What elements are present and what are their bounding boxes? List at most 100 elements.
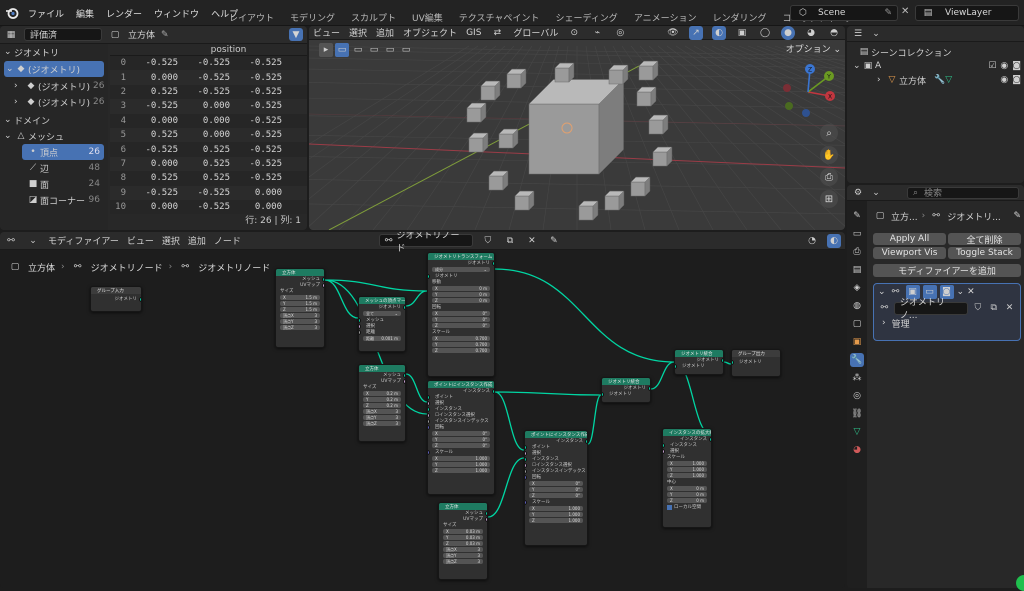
- apply-all-button[interactable]: Apply All: [873, 233, 946, 245]
- shading-material-icon[interactable]: ◕: [804, 26, 818, 40]
- node-instance-on-points-2[interactable]: ポイントにインスタンス作成 インスタンス ポイント 選択 インスタンス ☐ イン…: [524, 430, 588, 546]
- tab-layout[interactable]: レイアウト: [222, 8, 281, 26]
- delete-scene-icon[interactable]: ✕: [901, 6, 913, 20]
- xray-icon[interactable]: ▣: [735, 26, 749, 40]
- particles-tab-icon[interactable]: ⁂: [850, 371, 864, 385]
- toggle-stack-button[interactable]: Toggle Stack: [948, 247, 1021, 259]
- select-intersect-icon[interactable]: ▭: [399, 43, 413, 57]
- pan-hand-icon[interactable]: ✋: [820, 146, 838, 164]
- camera-render-icon[interactable]: ◙: [1012, 75, 1021, 85]
- data-tab-icon[interactable]: ▽: [850, 425, 864, 439]
- node-menu-node[interactable]: ノード: [214, 234, 241, 247]
- pin-icon[interactable]: ✎: [161, 30, 169, 40]
- viewport-3d[interactable]: ビュー 選択 追加 オブジェクト GIS ⇄ グローバル ⊙ ⌁ ◎ 👁 ↗ ◐…: [309, 26, 845, 230]
- tree-geometry-selected[interactable]: ⌄ ◆ (ジオメトリ): [4, 61, 104, 77]
- viewport-menu-object[interactable]: オブジェクト: [403, 26, 457, 39]
- pin-icon[interactable]: ✎: [1013, 211, 1021, 221]
- constraints-tab-icon[interactable]: ⛓: [850, 407, 864, 421]
- node-cube-2[interactable]: 立方体 メッシュ UVマップ サイズ X 0.2 m Y 0.2 m Z 0.2 m …: [358, 364, 406, 442]
- tab-modeling[interactable]: モデリング: [283, 8, 342, 26]
- mesh-data-icon[interactable]: ▽: [945, 75, 952, 85]
- object-tab-icon[interactable]: ▣: [850, 335, 864, 349]
- tree-domain-header[interactable]: ⌄ ドメイン: [0, 112, 108, 128]
- node-transform-geometry[interactable]: ジオメトリトランスフォーム ジオメトリ 成分 ⌄ ジオメトリ 移動 X0 m Y0…: [427, 252, 495, 377]
- modifier-tab-icon[interactable]: 🔧: [850, 353, 864, 367]
- modifier-mode-select[interactable]: モディファイアー: [48, 234, 119, 247]
- output-tab-icon[interactable]: ⎙: [850, 245, 864, 259]
- shading-render-icon[interactable]: ◓: [827, 26, 841, 40]
- select-subtract-icon[interactable]: ▭: [367, 43, 381, 57]
- options-dropdown[interactable]: オプション ⌄: [786, 42, 841, 55]
- node-menu-add[interactable]: 追加: [188, 234, 206, 247]
- render-tab-icon[interactable]: ▭: [850, 227, 864, 241]
- viewport-vis-button[interactable]: Viewport Vis: [873, 247, 946, 259]
- add-modifier-button[interactable]: モディファイアーを追加: [873, 264, 1021, 277]
- viewport-menu-view[interactable]: ビュー: [313, 26, 340, 39]
- tree-geometry-header[interactable]: ⌄ ジオメトリ: [0, 44, 108, 60]
- navigation-gizmo[interactable]: X Y Z: [773, 62, 843, 122]
- display-mode-icon[interactable]: ⌄: [869, 27, 883, 41]
- shading-wire-icon[interactable]: ◯: [758, 26, 772, 40]
- pin-icon[interactable]: ✎: [547, 234, 561, 248]
- pin-icon[interactable]: ✎: [884, 8, 892, 18]
- node-scale-instances[interactable]: インスタンスの拡大縮小 インスタンス インスタンス 選択 スケール X1.000…: [662, 428, 712, 528]
- properties-search[interactable]: ⌕ 検索: [907, 186, 1019, 199]
- collapse-icon[interactable]: ⌄: [878, 287, 886, 297]
- proportional-icon[interactable]: ◎: [613, 26, 627, 40]
- overlay-icon[interactable]: ◐: [712, 26, 726, 40]
- tab-texture-paint[interactable]: テクスチャペイント: [452, 8, 547, 26]
- visibility-icon[interactable]: 👁: [666, 26, 680, 40]
- node-cube-3[interactable]: 立方体 メッシュ UVマップ サイズ X 0.03 m Y 0.03 m Z 0.03…: [438, 502, 488, 580]
- properties-type-icon[interactable]: ⚙: [851, 186, 865, 200]
- outliner-type-icon[interactable]: ☰: [851, 27, 865, 41]
- node-merge-by-distance[interactable]: メッシュの頂点マージ ジオメトリ 全て ⌄ メッシュ 選択 距離 距離 0.001 …: [358, 296, 406, 352]
- modifier-wrench-icon[interactable]: 🔧: [934, 75, 945, 85]
- tab-rendering[interactable]: レンダリング: [705, 8, 773, 26]
- snap-icon[interactable]: ⌁: [590, 26, 604, 40]
- eval-mode-select[interactable]: 評価済: [24, 28, 102, 41]
- local-space-checkbox[interactable]: [667, 504, 672, 510]
- select-extend-icon[interactable]: ▭: [351, 43, 365, 57]
- node-join-geometry-2[interactable]: ジオメトリ統合 ジオメトリ ジオメトリ: [674, 349, 724, 375]
- camera-icon[interactable]: ⎙: [820, 168, 838, 186]
- viewport-menu-gis[interactable]: GIS: [466, 28, 481, 38]
- zoom-icon[interactable]: ⌕: [820, 124, 838, 142]
- menu-render[interactable]: レンダー: [100, 0, 148, 26]
- menu-window[interactable]: ウィンドウ: [148, 0, 205, 26]
- tool-tab-icon[interactable]: ✎: [850, 209, 864, 223]
- tab-shading[interactable]: シェーディング: [548, 8, 624, 26]
- viewport-menu-add[interactable]: 追加: [376, 26, 394, 39]
- node-join-geometry[interactable]: ジオメトリ統合 ジオメトリ ジオメトリ: [601, 377, 651, 403]
- grid-ortho-icon[interactable]: ⊞: [820, 190, 838, 208]
- tool-cursor-icon[interactable]: ▸: [319, 43, 333, 57]
- scene-tab-icon[interactable]: ◈: [850, 281, 864, 295]
- fractal-cube-object[interactable]: [459, 56, 679, 226]
- duplicate-icon[interactable]: ⧉: [503, 234, 517, 248]
- node-menu-view[interactable]: ビュー: [127, 234, 154, 247]
- node-editor-type-icon[interactable]: ⚯: [4, 234, 18, 248]
- menu-file[interactable]: ファイル: [22, 0, 70, 26]
- collection-tab-icon[interactable]: ▢: [850, 317, 864, 331]
- dropdown-icon[interactable]: ⌄: [26, 234, 40, 248]
- tree-edge[interactable]: ⟋ 辺 48: [0, 160, 108, 176]
- scene-selector[interactable]: ⬡ Scene ✎: [790, 5, 898, 21]
- breadcrumb-modifier[interactable]: ジオメトリノード: [91, 261, 163, 274]
- material-tab-icon[interactable]: ◕: [850, 443, 864, 457]
- select-box-icon[interactable]: ▭: [335, 43, 349, 57]
- viewport-menu-select[interactable]: 選択: [349, 26, 367, 39]
- tree-mesh[interactable]: ⌄ △ メッシュ: [0, 128, 108, 144]
- tab-animation[interactable]: アニメーション: [627, 8, 704, 26]
- node-instance-on-points-1[interactable]: ポイントにインスタンス作成 インスタンス ポイント 選択 インスタンス ☐ イン…: [427, 380, 495, 495]
- tree-face-corner[interactable]: ◪ 面コーナー 96: [0, 192, 108, 208]
- node-group-field[interactable]: ジオメトリノ...: [893, 298, 969, 321]
- pivot-icon[interactable]: ⊙: [567, 26, 581, 40]
- object-cube[interactable]: › ▽ 立方体 🔧 ▽ ◉ ◙: [877, 72, 1021, 88]
- blender-logo-icon[interactable]: [4, 5, 20, 21]
- breadcrumb-object[interactable]: 立方体: [28, 261, 55, 274]
- tree-vertex[interactable]: • 頂点 26: [22, 144, 104, 160]
- tab-sculpt[interactable]: スカルプト: [344, 8, 403, 26]
- select-invert-icon[interactable]: ▭: [383, 43, 397, 57]
- node-overlay-icon[interactable]: ◐: [827, 233, 841, 248]
- fake-user-icon[interactable]: ⛉: [481, 234, 495, 248]
- overlay-toggle-icon[interactable]: ◔: [805, 234, 819, 248]
